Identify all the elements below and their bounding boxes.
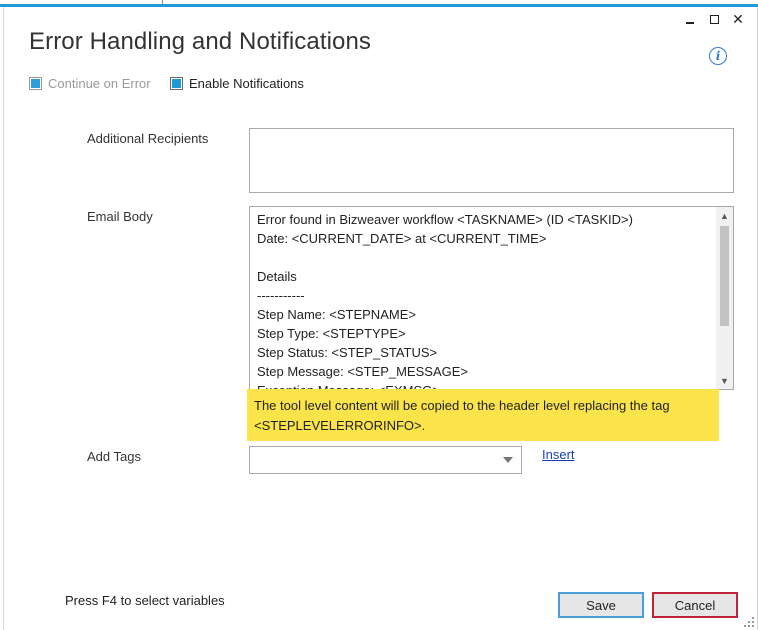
email-body-label: Email Body	[87, 209, 153, 224]
maximize-icon	[709, 14, 719, 24]
insert-link[interactable]: Insert	[542, 447, 575, 462]
checkbox-checked-fill	[172, 79, 181, 88]
scroll-thumb[interactable]	[720, 226, 729, 326]
additional-recipients-input[interactable]	[249, 128, 734, 193]
minimize-icon	[686, 22, 694, 24]
email-body-textarea[interactable]: Error found in Bizweaver workflow <TASKN…	[249, 206, 734, 390]
continue-on-error-checkbox[interactable]: Continue on Error	[29, 76, 151, 91]
continue-on-error-label: Continue on Error	[48, 76, 151, 91]
enable-notifications-checkbox[interactable]: Enable Notifications	[170, 76, 304, 91]
save-button[interactable]: Save	[558, 592, 644, 618]
close-button[interactable]: ✕	[729, 11, 747, 27]
info-icon[interactable]: i	[709, 47, 727, 65]
checkbox-box[interactable]	[170, 77, 183, 90]
enable-notifications-label: Enable Notifications	[189, 76, 304, 91]
minimize-button[interactable]	[681, 11, 699, 27]
email-body-scrollbar[interactable]: ▲ ▼	[716, 207, 733, 389]
window-controls: ✕	[681, 11, 747, 27]
scroll-up-icon[interactable]: ▲	[716, 207, 733, 224]
resize-grip-icon[interactable]	[744, 617, 754, 627]
scroll-down-icon[interactable]: ▼	[716, 372, 733, 389]
checkbox-checked-fill	[31, 79, 40, 88]
additional-recipients-label: Additional Recipients	[87, 131, 209, 146]
add-tags-label: Add Tags	[87, 449, 141, 464]
chevron-down-icon[interactable]	[503, 457, 513, 463]
close-icon: ✕	[732, 10, 744, 27]
dialog-title: Error Handling and Notifications	[29, 28, 372, 55]
cancel-button[interactable]: Cancel	[652, 592, 738, 618]
strip-tick	[162, 0, 163, 4]
email-body-text[interactable]: Error found in Bizweaver workflow <TASKN…	[257, 210, 712, 389]
dialog-window: ✕ Error Handling and Notifications i Con…	[3, 7, 758, 630]
checkbox-box[interactable]	[29, 77, 42, 90]
add-tags-select[interactable]	[249, 446, 522, 474]
f4-hint: Press F4 to select variables	[65, 593, 225, 608]
maximize-button[interactable]	[705, 11, 723, 27]
tool-level-note: The tool level content will be copied to…	[247, 389, 719, 441]
